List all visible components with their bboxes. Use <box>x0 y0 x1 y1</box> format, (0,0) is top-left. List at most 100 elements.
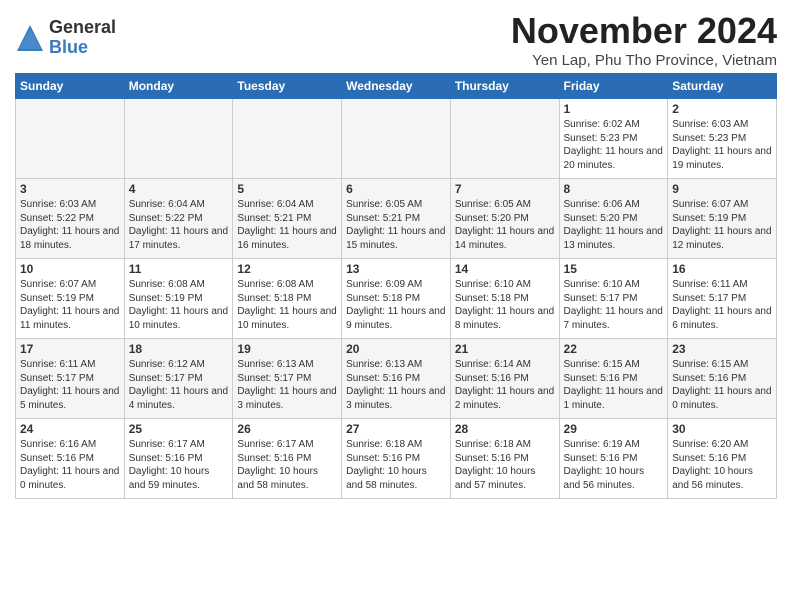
day-number: 20 <box>346 342 446 356</box>
week-row-5: 24 Sunrise: 6:16 AM Sunset: 5:16 PM Dayli… <box>16 419 777 499</box>
logo: General Blue <box>15 18 116 58</box>
day-cell <box>342 99 451 179</box>
day-number: 15 <box>564 262 664 276</box>
day-info: Sunrise: 6:02 AM Sunset: 5:23 PM Dayligh… <box>564 118 664 172</box>
day-info: Sunrise: 6:13 AM Sunset: 5:16 PM Dayligh… <box>346 358 446 412</box>
day-cell: 27 Sunrise: 6:18 AM Sunset: 5:16 PM Dayli… <box>342 419 451 499</box>
day-cell <box>16 99 125 179</box>
day-number: 5 <box>237 182 337 196</box>
page-header: General Blue November 2024 Yen Lap, Phu … <box>15 10 777 69</box>
day-cell: 4Sunrise: 6:04 AM Sunset: 5:22 PM Daylig… <box>124 179 233 259</box>
day-cell: 15 Sunrise: 6:10 AM Sunset: 5:17 PM Dayli… <box>559 259 668 339</box>
day-info: Sunrise: 6:19 AM Sunset: 5:16 PM Dayligh… <box>564 438 664 492</box>
day-number: 26 <box>237 422 337 436</box>
header-sunday: Sunday <box>16 74 125 99</box>
day-number: 30 <box>672 422 772 436</box>
day-number: 17 <box>20 342 120 356</box>
day-number: 9 <box>672 182 772 196</box>
day-info: Sunrise: 6:03 AM Sunset: 5:22 PM Dayligh… <box>20 198 120 252</box>
calendar-table: SundayMondayTuesdayWednesdayThursdayFrid… <box>15 73 777 499</box>
day-number: 11 <box>129 262 229 276</box>
day-info: Sunrise: 6:05 AM Sunset: 5:20 PM Dayligh… <box>455 198 555 252</box>
day-cell <box>450 99 559 179</box>
day-cell: 6 Sunrise: 6:05 AM Sunset: 5:21 PM Daylig… <box>342 179 451 259</box>
title-area: November 2024 Yen Lap, Phu Tho Province,… <box>511 10 777 69</box>
day-cell: 10 Sunrise: 6:07 AM Sunset: 5:19 PM Dayli… <box>16 259 125 339</box>
week-row-1: 1 Sunrise: 6:02 AM Sunset: 5:23 PM Daylig… <box>16 99 777 179</box>
day-info: Sunrise: 6:07 AM Sunset: 5:19 PM Dayligh… <box>20 278 120 332</box>
day-info: Sunrise: 6:15 AM Sunset: 5:16 PM Dayligh… <box>672 358 772 412</box>
day-cell: 7 Sunrise: 6:05 AM Sunset: 5:20 PM Daylig… <box>450 179 559 259</box>
day-cell: 5Sunrise: 6:04 AM Sunset: 5:21 PM Daylig… <box>233 179 342 259</box>
day-info: Sunrise: 6:06 AM Sunset: 5:20 PM Dayligh… <box>564 198 664 252</box>
day-number: 12 <box>237 262 337 276</box>
day-info: Sunrise: 6:07 AM Sunset: 5:19 PM Dayligh… <box>672 198 772 252</box>
day-info: Sunrise: 6:14 AM Sunset: 5:16 PM Dayligh… <box>455 358 555 412</box>
logo-blue: Blue <box>49 38 116 58</box>
day-cell: 20 Sunrise: 6:13 AM Sunset: 5:16 PM Dayli… <box>342 339 451 419</box>
day-cell: 23 Sunrise: 6:15 AM Sunset: 5:16 PM Dayli… <box>668 339 777 419</box>
day-cell: 11 Sunrise: 6:08 AM Sunset: 5:19 PM Dayli… <box>124 259 233 339</box>
day-cell: 16 Sunrise: 6:11 AM Sunset: 5:17 PM Dayli… <box>668 259 777 339</box>
day-info: Sunrise: 6:17 AM Sunset: 5:16 PM Dayligh… <box>129 438 229 492</box>
day-cell: 25 Sunrise: 6:17 AM Sunset: 5:16 PM Dayli… <box>124 419 233 499</box>
week-row-4: 17Sunrise: 6:11 AM Sunset: 5:17 PM Dayli… <box>16 339 777 419</box>
day-number: 8 <box>564 182 664 196</box>
day-cell <box>233 99 342 179</box>
day-cell: 29 Sunrise: 6:19 AM Sunset: 5:16 PM Dayli… <box>559 419 668 499</box>
day-info: Sunrise: 6:15 AM Sunset: 5:16 PM Dayligh… <box>564 358 664 412</box>
day-number: 23 <box>672 342 772 356</box>
week-row-2: 3Sunrise: 6:03 AM Sunset: 5:22 PM Daylig… <box>16 179 777 259</box>
day-number: 28 <box>455 422 555 436</box>
day-info: Sunrise: 6:18 AM Sunset: 5:16 PM Dayligh… <box>346 438 446 492</box>
day-info: Sunrise: 6:13 AM Sunset: 5:17 PM Dayligh… <box>237 358 337 412</box>
day-info: Sunrise: 6:11 AM Sunset: 5:17 PM Dayligh… <box>672 278 772 332</box>
day-cell <box>124 99 233 179</box>
day-number: 1 <box>564 102 664 116</box>
day-cell: 26Sunrise: 6:17 AM Sunset: 5:16 PM Dayli… <box>233 419 342 499</box>
day-cell: 28 Sunrise: 6:18 AM Sunset: 5:16 PM Dayli… <box>450 419 559 499</box>
day-number: 27 <box>346 422 446 436</box>
day-info: Sunrise: 6:09 AM Sunset: 5:18 PM Dayligh… <box>346 278 446 332</box>
day-info: Sunrise: 6:16 AM Sunset: 5:16 PM Dayligh… <box>20 438 120 492</box>
day-number: 18 <box>129 342 229 356</box>
logo-text: General Blue <box>49 18 116 58</box>
day-info: Sunrise: 6:05 AM Sunset: 5:21 PM Dayligh… <box>346 198 446 252</box>
day-number: 7 <box>455 182 555 196</box>
day-number: 10 <box>20 262 120 276</box>
day-number: 25 <box>129 422 229 436</box>
day-cell: 13 Sunrise: 6:09 AM Sunset: 5:18 PM Dayli… <box>342 259 451 339</box>
day-number: 16 <box>672 262 772 276</box>
day-info: Sunrise: 6:03 AM Sunset: 5:23 PM Dayligh… <box>672 118 772 172</box>
day-cell: 1 Sunrise: 6:02 AM Sunset: 5:23 PM Daylig… <box>559 99 668 179</box>
day-number: 6 <box>346 182 446 196</box>
day-cell: 3Sunrise: 6:03 AM Sunset: 5:22 PM Daylig… <box>16 179 125 259</box>
location: Yen Lap, Phu Tho Province, Vietnam <box>511 52 777 69</box>
day-cell: 9 Sunrise: 6:07 AM Sunset: 5:19 PM Daylig… <box>668 179 777 259</box>
month-title: November 2024 <box>511 10 777 52</box>
day-info: Sunrise: 6:10 AM Sunset: 5:17 PM Dayligh… <box>564 278 664 332</box>
day-info: Sunrise: 6:08 AM Sunset: 5:18 PM Dayligh… <box>237 278 337 332</box>
day-number: 2 <box>672 102 772 116</box>
day-info: Sunrise: 6:08 AM Sunset: 5:19 PM Dayligh… <box>129 278 229 332</box>
day-info: Sunrise: 6:12 AM Sunset: 5:17 PM Dayligh… <box>129 358 229 412</box>
header-thursday: Thursday <box>450 74 559 99</box>
header-tuesday: Tuesday <box>233 74 342 99</box>
day-number: 4 <box>129 182 229 196</box>
day-number: 14 <box>455 262 555 276</box>
header-friday: Friday <box>559 74 668 99</box>
day-number: 29 <box>564 422 664 436</box>
day-cell: 30Sunrise: 6:20 AM Sunset: 5:16 PM Dayli… <box>668 419 777 499</box>
week-row-3: 10 Sunrise: 6:07 AM Sunset: 5:19 PM Dayli… <box>16 259 777 339</box>
day-cell: 14 Sunrise: 6:10 AM Sunset: 5:18 PM Dayli… <box>450 259 559 339</box>
header-row: SundayMondayTuesdayWednesdayThursdayFrid… <box>16 74 777 99</box>
day-cell: 18 Sunrise: 6:12 AM Sunset: 5:17 PM Dayli… <box>124 339 233 419</box>
day-number: 13 <box>346 262 446 276</box>
logo-icon <box>15 23 45 53</box>
day-info: Sunrise: 6:18 AM Sunset: 5:16 PM Dayligh… <box>455 438 555 492</box>
day-number: 24 <box>20 422 120 436</box>
day-cell: 2 Sunrise: 6:03 AM Sunset: 5:23 PM Daylig… <box>668 99 777 179</box>
header-monday: Monday <box>124 74 233 99</box>
day-cell: 21Sunrise: 6:14 AM Sunset: 5:16 PM Dayli… <box>450 339 559 419</box>
day-info: Sunrise: 6:10 AM Sunset: 5:18 PM Dayligh… <box>455 278 555 332</box>
